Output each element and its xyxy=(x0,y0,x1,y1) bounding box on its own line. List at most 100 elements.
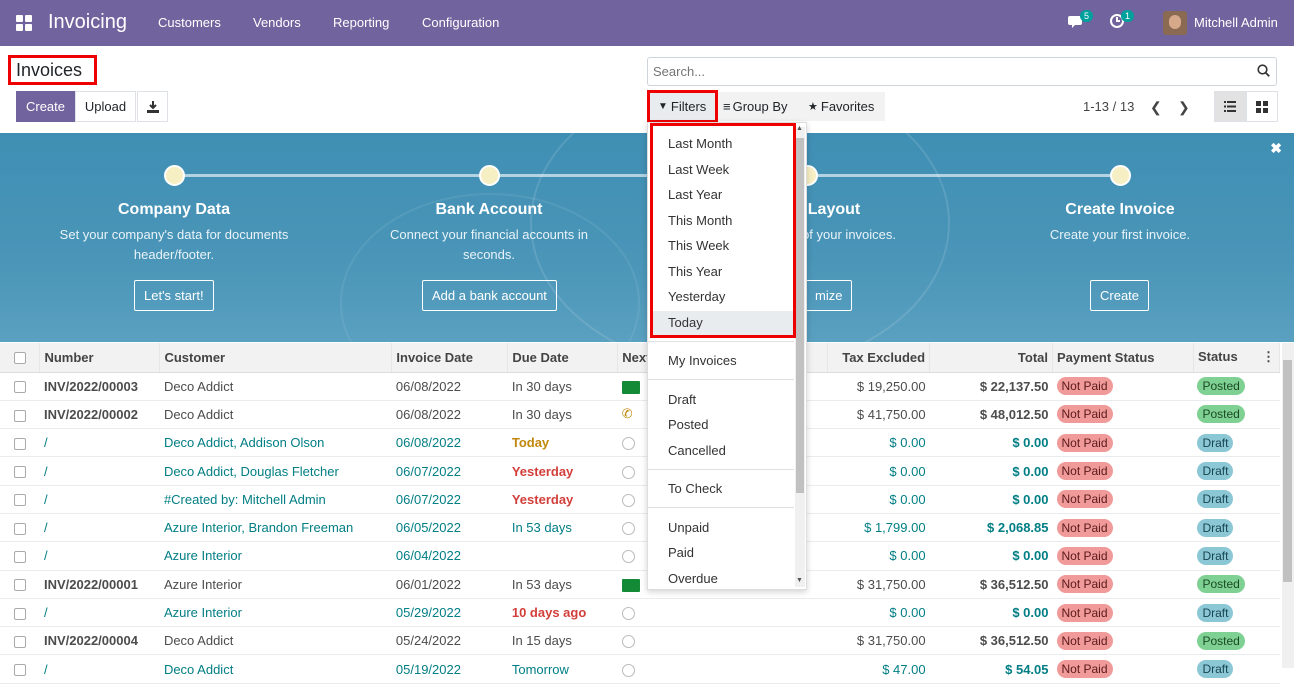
phone-icon[interactable]: ✆ xyxy=(622,406,633,421)
payment-status-badge: Not Paid xyxy=(1056,490,1113,509)
search-input[interactable] xyxy=(653,64,1243,79)
list-view-button[interactable] xyxy=(1214,91,1246,122)
optional-columns-icon[interactable]: ⋮ xyxy=(1262,349,1275,365)
pager-value[interactable]: 1-13 / 13 xyxy=(1083,99,1134,114)
clock-icon[interactable] xyxy=(621,437,635,451)
scroll-down-icon[interactable]: ▼ xyxy=(796,577,803,584)
status-badge: Draft xyxy=(1197,660,1234,679)
filter-my-invoices[interactable]: My Invoices xyxy=(668,353,737,368)
pager-next-icon[interactable]: ❯ xyxy=(1178,99,1190,116)
create-invoice-button[interactable]: Create xyxy=(1090,280,1150,311)
row-checkbox[interactable] xyxy=(13,664,26,677)
table-row[interactable]: / Azure Interior 06/04/2022 $ 0.00 $ 0.00 Not… xyxy=(0,541,1280,571)
col-status[interactable]: Status ⋮ xyxy=(1193,343,1281,373)
menu-reporting[interactable]: Reporting xyxy=(333,15,389,30)
groupby-button[interactable]: ≡ Group By xyxy=(718,92,800,121)
table-row[interactable]: / Deco Addict 05/19/2022 Tomorrow $ 47.00 $ 5… xyxy=(0,654,1280,684)
col-customer[interactable]: Customer xyxy=(159,343,393,373)
filter-paid[interactable]: Paid xyxy=(668,545,694,560)
activity-list-icon[interactable] xyxy=(621,578,640,592)
col-invoice-date[interactable]: Invoice Date xyxy=(391,343,509,373)
due-date xyxy=(507,541,618,571)
search-box[interactable] xyxy=(647,57,1277,86)
app-name[interactable]: Invoicing xyxy=(48,11,127,34)
table-row[interactable]: INV/2022/00001 Azure Interior 06/01/2022 In… xyxy=(0,570,1280,599)
clock-icon[interactable] xyxy=(621,493,635,507)
apps-menu-icon[interactable] xyxy=(16,15,32,31)
upload-button[interactable]: Upload xyxy=(75,91,136,122)
tax-excluded: $ 0.00 xyxy=(827,428,930,458)
menu-configuration[interactable]: Configuration xyxy=(422,15,499,30)
row-checkbox[interactable] xyxy=(13,579,26,592)
step-desc-create-invoice: Create your first invoice. xyxy=(1049,227,1191,242)
clock-icon[interactable] xyxy=(621,550,635,564)
download-button[interactable] xyxy=(137,91,168,122)
activity-list-icon[interactable] xyxy=(621,380,640,394)
col-tax-excluded[interactable]: Tax Excluded xyxy=(827,343,931,373)
filter-overdue[interactable]: Overdue xyxy=(668,571,718,586)
pager-previous-icon[interactable]: ❮ xyxy=(1150,99,1162,116)
clock-icon[interactable] xyxy=(621,607,635,621)
table-row[interactable]: / Azure Interior, Brandon Freeman 06/05/20… xyxy=(0,513,1280,543)
col-due-date[interactable]: Due Date xyxy=(507,343,619,373)
col-number[interactable]: Number xyxy=(39,343,161,373)
due-date: In 53 days xyxy=(507,513,618,543)
lets-start-button[interactable]: Let's start! xyxy=(134,280,214,311)
search-icon[interactable] xyxy=(1257,64,1270,80)
groupby-icon: ≡ xyxy=(723,99,731,114)
status-badge: Posted xyxy=(1197,405,1245,424)
row-checkbox[interactable] xyxy=(13,381,26,394)
row-checkbox[interactable] xyxy=(13,550,26,563)
invoice-number: INV/2022/00002 xyxy=(39,400,160,430)
table-row[interactable]: / Azure Interior 05/29/2022 10 days ago $ 0.… xyxy=(0,598,1280,628)
create-button[interactable]: Create xyxy=(16,91,75,122)
menu-vendors[interactable]: Vendors xyxy=(253,15,301,30)
customer-name: Azure Interior, Brandon Freeman xyxy=(159,513,392,543)
messages-badge: 5 xyxy=(1080,10,1094,22)
filter-cancelled[interactable]: Cancelled xyxy=(668,443,726,458)
total-amount: $ 0.00 xyxy=(929,598,1053,628)
clock-icon[interactable] xyxy=(621,522,635,536)
row-checkbox[interactable] xyxy=(13,607,26,620)
invoice-date: 05/24/2022 xyxy=(391,626,508,656)
due-date: Yesterday xyxy=(507,485,618,514)
scroll-up-icon[interactable]: ▲ xyxy=(796,125,803,132)
col-payment-status[interactable]: Payment Status xyxy=(1052,343,1194,373)
select-all-checkbox[interactable] xyxy=(0,343,41,373)
invoice-number: / xyxy=(39,513,160,543)
filter-posted[interactable]: Posted xyxy=(668,417,708,432)
dropdown-scrollbar-thumb[interactable] xyxy=(796,138,804,493)
messages-icon[interactable]: 5 xyxy=(1068,10,1094,32)
menu-customers[interactable]: Customers xyxy=(158,15,221,30)
top-navbar: Invoicing Customers Vendors Reporting Co… xyxy=(0,0,1294,46)
user-name[interactable]: Mitchell Admin xyxy=(1194,15,1278,30)
table-row[interactable]: INV/2022/00003 Deco Addict 06/08/2022 In 30… xyxy=(0,372,1280,401)
row-checkbox[interactable] xyxy=(13,635,26,648)
invoice-number: / xyxy=(39,598,160,628)
table-row[interactable]: / Deco Addict, Addison Olson 06/08/2022 Tod… xyxy=(0,428,1280,458)
clock-icon[interactable] xyxy=(621,465,635,479)
activities-clock-icon[interactable]: 1 xyxy=(1109,10,1135,32)
avatar[interactable] xyxy=(1163,11,1187,35)
add-bank-account-button[interactable]: Add a bank account xyxy=(422,280,557,311)
filter-to-check[interactable]: To Check xyxy=(668,481,722,496)
row-checkbox[interactable] xyxy=(13,522,26,535)
kanban-view-button[interactable] xyxy=(1246,91,1278,122)
col-total[interactable]: Total xyxy=(929,343,1053,373)
due-date: In 30 days xyxy=(507,400,618,430)
table-row[interactable]: INV/2022/00004 Deco Addict 05/24/2022 In 15… xyxy=(0,626,1280,656)
clock-icon[interactable] xyxy=(621,635,635,649)
close-icon[interactable]: ✖ xyxy=(1270,140,1282,157)
filter-draft[interactable]: Draft xyxy=(668,392,696,407)
row-checkbox[interactable] xyxy=(13,494,26,507)
table-row[interactable]: INV/2022/00002 Deco Addict 06/08/2022 In 30… xyxy=(0,400,1280,430)
row-checkbox[interactable] xyxy=(13,409,26,422)
table-row[interactable]: / Deco Addict, Douglas Fletcher 06/07/2022… xyxy=(0,456,1280,486)
clock-icon[interactable] xyxy=(621,663,635,677)
table-row[interactable]: / #Created by: Mitchell Admin 06/07/2022 Ye… xyxy=(0,485,1280,514)
row-checkbox[interactable] xyxy=(13,466,26,479)
page-scrollbar-thumb[interactable] xyxy=(1283,360,1292,582)
filter-unpaid[interactable]: Unpaid xyxy=(668,520,709,535)
favorites-button[interactable]: ★ Favorites xyxy=(800,92,885,121)
row-checkbox[interactable] xyxy=(13,437,26,450)
